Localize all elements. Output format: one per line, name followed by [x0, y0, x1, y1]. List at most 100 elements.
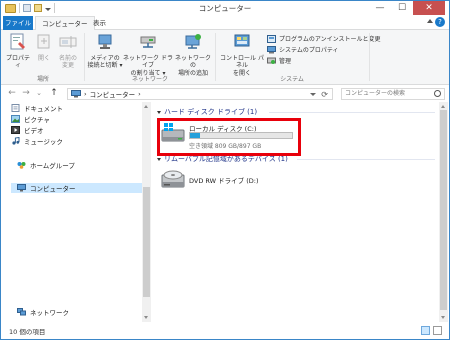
network-drive-icon — [140, 36, 156, 48]
drive-d-name: DVD RW ドライブ (D:) — [189, 177, 259, 185]
group-header-label: ハード ディスク ドライブ (1) — [164, 108, 258, 116]
ribbon: プロパティ 開く 名前の 変更 場所 メディアの 接続と切断 ▾ ネットワーク … — [1, 30, 449, 85]
scroll-down-icon[interactable] — [441, 316, 445, 319]
up-button[interactable]: ↑ — [49, 88, 59, 98]
network-icon — [17, 308, 26, 316]
recent-locations-button[interactable]: ⌄ — [34, 88, 44, 98]
forward-button[interactable]: → — [21, 88, 31, 98]
scrollbar-thumb[interactable] — [440, 110, 447, 310]
homegroup-icon — [17, 162, 26, 169]
large-icons-view-button[interactable] — [433, 326, 442, 335]
help-icon[interactable]: ? — [435, 17, 445, 27]
open-label: 開く — [37, 54, 50, 62]
group-divider — [269, 112, 435, 113]
control-panel-icon — [234, 34, 250, 47]
manage-button[interactable]: 管理 — [267, 56, 291, 65]
open-button[interactable]: 開く — [34, 33, 54, 62]
system-properties-label: システムのプロパティ — [279, 47, 339, 54]
media-connect-button[interactable]: メディアの 接続と切断 ▾ — [87, 33, 123, 70]
media-connect-label-2: 接続と切断 ▾ — [87, 62, 123, 69]
breadcrumb-separator[interactable]: › — [84, 90, 87, 98]
nav-item-homegroup[interactable]: ホームグループ — [17, 160, 75, 170]
group-divider — [297, 159, 435, 160]
rename-label-1: 名前の — [58, 54, 77, 62]
breadcrumb-computer[interactable]: コンピューター — [90, 89, 136, 99]
uninstall-programs-button[interactable]: プログラムのアンインストールと変更 — [267, 34, 380, 43]
chevron-down-icon[interactable] — [157, 110, 161, 114]
scroll-down-icon[interactable] — [144, 316, 148, 319]
nav-item-label: ピクチャ — [24, 116, 50, 124]
search-icon[interactable] — [434, 90, 441, 97]
tab-file[interactable]: ファイル — [3, 16, 33, 30]
tab-view[interactable]: 表示 — [87, 16, 112, 30]
nav-item-label: ドキュメント — [24, 105, 63, 113]
nav-item-pictures[interactable]: ピクチャ — [11, 114, 50, 124]
address-bar-row: ← → ⌄ ↑ › コンピューター › ⟳ コンピューターの検索 — [1, 85, 449, 102]
scroll-up-icon[interactable] — [441, 105, 445, 108]
nav-scrollbar[interactable] — [142, 102, 151, 322]
address-history-chevron-icon[interactable] — [310, 93, 316, 96]
media-connect-label-1: メディアの — [90, 54, 120, 62]
item-count: 10 個の項目 — [9, 328, 46, 336]
nav-item-label: ミュージック — [24, 138, 63, 146]
control-panel-label-1: コントロール パネル — [220, 54, 264, 70]
videos-icon — [11, 126, 20, 134]
minimize-button[interactable]: — — [369, 1, 391, 15]
properties-button[interactable]: プロパティ — [4, 33, 32, 70]
search-input[interactable]: コンピューターの検索 — [341, 88, 445, 100]
content-scrollbar[interactable] — [439, 102, 448, 322]
tab-computer[interactable]: コンピューター — [35, 16, 95, 31]
computer-icon — [17, 184, 26, 192]
ribbon-tabs: ファイル コンピューター 表示 ? — [1, 16, 449, 31]
map-network-drive-button[interactable]: ネットワーク ドライブ の割り当て ▾ — [123, 33, 173, 77]
documents-icon — [11, 104, 20, 112]
breadcrumb-separator[interactable]: › — [138, 90, 141, 98]
manage-icon — [267, 57, 276, 64]
window-controls: — ☐ ✕ — [369, 1, 445, 15]
manage-label: 管理 — [279, 58, 292, 65]
add-network-location-button[interactable]: ネットワークの 場所の追加 — [173, 33, 213, 77]
map-network-drive-label-1: ネットワーク ドライブ — [123, 54, 173, 70]
system-properties-button[interactable]: システムのプロパティ — [267, 45, 338, 54]
nav-item-computer[interactable]: コンピューター — [11, 183, 142, 193]
dvd-drive-icon — [161, 170, 185, 188]
properties-icon — [10, 33, 25, 50]
network-location-icon — [185, 34, 201, 49]
nav-item-label: ビデオ — [24, 127, 44, 135]
refresh-button[interactable]: ⟳ — [321, 90, 328, 99]
address-box[interactable]: › コンピューター › ⟳ — [67, 88, 333, 100]
group-label-network: ネットワーク — [131, 76, 168, 83]
ribbon-group-divider — [215, 33, 216, 81]
uninstall-programs-label: プログラムのアンインストールと変更 — [279, 36, 381, 43]
details-view-button[interactable] — [421, 326, 430, 335]
computer-icon — [71, 90, 81, 98]
ribbon-group-divider — [84, 33, 85, 81]
nav-item-network[interactable]: ネットワーク — [17, 307, 69, 317]
scrollbar-thumb[interactable] — [143, 187, 150, 297]
search-placeholder: コンピューターの検索 — [345, 90, 406, 97]
navigation-pane: ドキュメント ピクチャ ビデオ ミュージック ホームグループ コンピューター ネ… — [1, 102, 151, 322]
control-panel-button[interactable]: コントロール パネル を開く — [218, 33, 266, 77]
chevron-down-icon[interactable] — [157, 157, 161, 161]
open-icon — [37, 34, 50, 49]
nav-item-videos[interactable]: ビデオ — [11, 125, 44, 135]
maximize-button[interactable]: ☐ — [391, 1, 413, 15]
close-button[interactable]: ✕ — [413, 1, 445, 15]
rename-icon — [59, 36, 77, 48]
group-header-hard-disk-drives[interactable]: ハード ディスク ドライブ (1) — [157, 107, 435, 117]
ribbon-group-divider — [369, 33, 370, 81]
back-button[interactable]: ← — [7, 88, 17, 98]
explorer-window: コンピューター — ☐ ✕ ファイル コンピューター 表示 ? プロパティ 開く… — [0, 0, 450, 340]
nav-item-documents[interactable]: ドキュメント — [11, 103, 63, 113]
group-label-system: システム — [280, 76, 304, 83]
collapse-ribbon-icon[interactable] — [427, 19, 433, 23]
pictures-icon — [11, 115, 20, 123]
scroll-up-icon[interactable] — [144, 105, 148, 108]
rename-button[interactable]: 名前の 変更 — [56, 33, 80, 70]
group-label-location: 場所 — [36, 76, 49, 83]
drive-d[interactable]: DVD RW ドライブ (D:) — [161, 168, 311, 194]
nav-item-music[interactable]: ミュージック — [11, 136, 63, 146]
nav-item-label: ネットワーク — [30, 309, 69, 317]
music-icon — [12, 137, 20, 145]
highlight-box — [157, 118, 301, 156]
